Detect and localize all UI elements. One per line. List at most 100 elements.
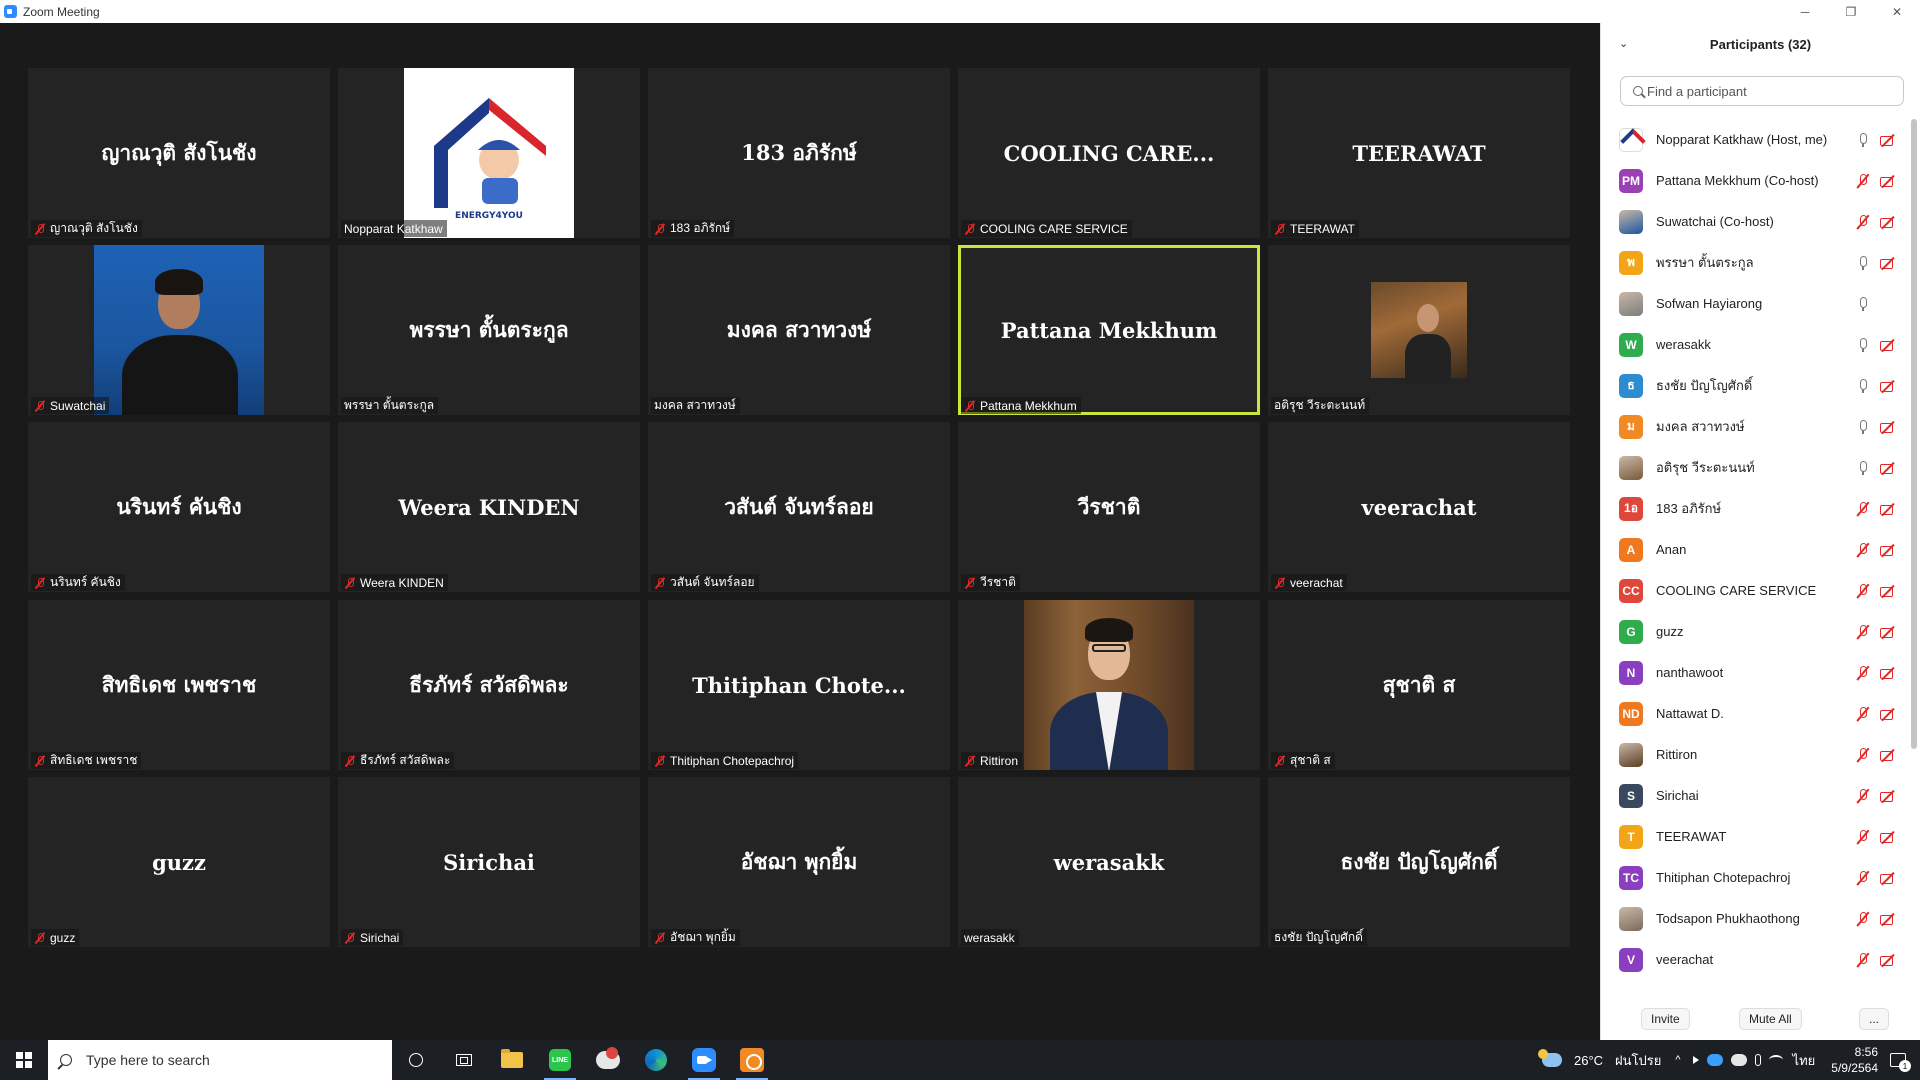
participant-row[interactable]: Gguzz: [1601, 611, 1909, 652]
task-view-button[interactable]: [440, 1040, 488, 1080]
video-tile[interactable]: ธงชัย ปัญโญศักดิ์ ธงชัย ปัญโญศักดิ์: [1268, 777, 1570, 947]
participant-row[interactable]: 1อ 183 อภิรักษ์: [1601, 488, 1909, 529]
video-off-icon[interactable]: [1879, 420, 1897, 434]
video-off-icon[interactable]: [1879, 748, 1897, 762]
mic-icon[interactable]: [1856, 255, 1870, 271]
video-off-icon[interactable]: [1879, 502, 1897, 516]
video-tile[interactable]: Sirichai Sirichai: [338, 777, 640, 947]
line-app-button[interactable]: LINE: [536, 1040, 584, 1080]
participant-row[interactable]: PM Pattana Mekkhum (Co-host): [1601, 160, 1909, 201]
muted-mic-icon[interactable]: [1856, 870, 1870, 886]
muted-mic-icon[interactable]: [1856, 952, 1870, 968]
video-tile[interactable]: COOLING CARE... COOLING CARE SERVICE: [958, 68, 1260, 238]
muted-mic-icon[interactable]: [1856, 542, 1870, 558]
video-tile[interactable]: อัชฌา พุกยิ้ม อัชฌา พุกยิ้ม: [648, 777, 950, 947]
video-tile[interactable]: TEERAWAT TEERAWAT: [1268, 68, 1570, 238]
mic-icon[interactable]: [1856, 419, 1870, 435]
mic-icon[interactable]: [1856, 337, 1870, 353]
video-off-icon[interactable]: [1879, 174, 1897, 188]
mic-icon[interactable]: [1856, 132, 1870, 148]
video-tile[interactable]: ญาณวุติ สังโนชัง ญาณวุติ สังโนชัง: [28, 68, 330, 238]
video-off-icon[interactable]: [1879, 256, 1897, 270]
video-tile[interactable]: guzz guzz: [28, 777, 330, 947]
muted-mic-icon[interactable]: [1856, 829, 1870, 845]
file-explorer-button[interactable]: [488, 1040, 536, 1080]
cloud-icon[interactable]: [1730, 1054, 1747, 1066]
video-tile[interactable]: Thitiphan Chote... Thitiphan Chotepachroj: [648, 600, 950, 770]
clock[interactable]: 8:56 5/9/2564: [1831, 1044, 1878, 1076]
video-off-icon[interactable]: [1879, 543, 1897, 557]
video-tile[interactable]: werasakk werasakk: [958, 777, 1260, 947]
video-tile[interactable]: veerachat veerachat: [1268, 422, 1570, 592]
video-off-icon[interactable]: [1879, 912, 1897, 926]
video-tile[interactable]: Weera KINDEN Weera KINDEN: [338, 422, 640, 592]
participant-search-box[interactable]: [1620, 76, 1904, 106]
video-off-icon[interactable]: [1879, 338, 1897, 352]
muted-mic-icon[interactable]: [1856, 706, 1870, 722]
participant-row[interactable]: Nnanthawoot: [1601, 652, 1909, 693]
video-tile[interactable]: 183 อภิรักษ์ 183 อภิรักษ์: [648, 68, 950, 238]
video-off-icon[interactable]: [1879, 871, 1897, 885]
participant-row[interactable]: S Sirichai: [1601, 775, 1909, 816]
muted-mic-icon[interactable]: [1856, 747, 1870, 763]
video-off-icon[interactable]: [1879, 461, 1897, 475]
video-tile[interactable]: นรินทร์ คันชิง นรินทร์ คันชิง: [28, 422, 330, 592]
mute-all-button[interactable]: Mute All: [1739, 1008, 1802, 1030]
mic-icon[interactable]: [1856, 296, 1870, 312]
video-tile[interactable]: สิทธิเดช เพชราช สิทธิเดช เพชราช: [28, 600, 330, 770]
presentation-app-button[interactable]: [728, 1040, 776, 1080]
restore-button[interactable]: ❐: [1828, 0, 1874, 23]
mic-icon[interactable]: [1856, 460, 1870, 476]
muted-mic-icon[interactable]: [1856, 624, 1870, 640]
video-off-icon[interactable]: [1879, 707, 1897, 721]
participant-row[interactable]: Rittiron: [1601, 734, 1909, 775]
cortana-button[interactable]: [392, 1040, 440, 1080]
notification-center-icon[interactable]: 1: [1890, 1053, 1911, 1072]
video-off-icon[interactable]: [1879, 830, 1897, 844]
muted-mic-icon[interactable]: [1856, 788, 1870, 804]
participant-row[interactable]: ม มงคล สวาทวงษ์: [1601, 406, 1909, 447]
video-tile[interactable]: สุชาติ สสุชาติ ส: [1268, 600, 1570, 770]
muted-mic-icon[interactable]: [1856, 911, 1870, 927]
muted-mic-icon[interactable]: [1856, 665, 1870, 681]
participant-row[interactable]: Vveerachat: [1601, 939, 1909, 980]
weather-icon[interactable]: [1537, 1049, 1562, 1067]
video-tile[interactable]: มงคล สวาทวงษ์ มงคล สวาทวงษ์: [648, 245, 950, 415]
collapse-chevron-icon[interactable]: ⌄: [1619, 37, 1629, 50]
onedrive-icon[interactable]: [1706, 1054, 1723, 1066]
video-tile[interactable]: วีรชาติ วีรชาติ: [958, 422, 1260, 592]
video-tile[interactable]: Pattana Mekkhum Pattana Mekkhum: [958, 245, 1260, 415]
taskbar-search-box[interactable]: Type here to search: [48, 1040, 392, 1080]
mic-icon[interactable]: [1856, 378, 1870, 394]
video-tile[interactable]: พรรษา ตั้นตระกูล พรรษา ตั้นตระกูล: [338, 245, 640, 415]
participant-row[interactable]: พ พรรษา ตั้นตระกูล: [1601, 242, 1909, 283]
wifi-icon[interactable]: [1768, 1055, 1783, 1065]
cloud-app-button[interactable]: [584, 1040, 632, 1080]
participant-row[interactable]: Suwatchai (Co-host): [1601, 201, 1909, 242]
video-off-icon[interactable]: [1879, 379, 1897, 393]
video-tile[interactable]: วสันต์ จันทร์ลอย วสันต์ จันทร์ลอย: [648, 422, 950, 592]
participant-search-input[interactable]: [1647, 83, 1887, 99]
video-off-icon[interactable]: [1879, 666, 1897, 680]
invite-button[interactable]: Invite: [1641, 1008, 1690, 1030]
muted-mic-icon[interactable]: [1856, 173, 1870, 189]
show-hidden-icons-chevron[interactable]: ^: [1675, 1054, 1680, 1066]
participant-row[interactable]: TC Thitiphan Chotepachroj: [1601, 857, 1909, 898]
participant-row[interactable]: ธ ธงชัย ปัญโญศักดิ์: [1601, 365, 1909, 406]
microphone-icon[interactable]: [1754, 1054, 1761, 1066]
video-off-icon[interactable]: [1879, 133, 1897, 147]
video-off-icon[interactable]: [1879, 584, 1897, 598]
minimize-button[interactable]: ─: [1782, 0, 1828, 23]
muted-mic-icon[interactable]: [1856, 583, 1870, 599]
participant-list-scrollbar[interactable]: [1911, 119, 1917, 749]
start-button[interactable]: [0, 1040, 48, 1080]
participant-row[interactable]: T TEERAWAT: [1601, 816, 1909, 857]
video-off-icon[interactable]: [1879, 215, 1897, 229]
video-off-icon[interactable]: [1879, 789, 1897, 803]
participant-row[interactable]: A Anan: [1601, 529, 1909, 570]
participant-row[interactable]: Todsapon Phukhaothong: [1601, 898, 1909, 939]
video-tile[interactable]: Suwatchai: [28, 245, 330, 415]
participant-row[interactable]: ND Nattawat D.: [1601, 693, 1909, 734]
video-tile[interactable]: Rittiron: [958, 600, 1260, 770]
muted-mic-icon[interactable]: [1856, 214, 1870, 230]
